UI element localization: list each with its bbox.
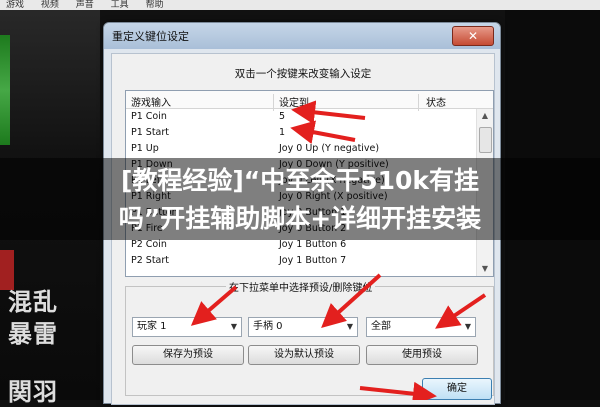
- menu-item-game[interactable]: 游戏: [6, 0, 24, 10]
- device-select[interactable]: 手柄 0 ▼: [248, 317, 358, 337]
- menu-item-sound[interactable]: 声音: [76, 0, 94, 10]
- use-preset-button[interactable]: 使用预设: [366, 345, 478, 365]
- list-item[interactable]: P2 Start Joy 1 Button 7: [126, 253, 476, 269]
- column-header-status[interactable]: 状态: [426, 94, 446, 109]
- chevron-down-icon: ▼: [464, 322, 472, 331]
- watermark-line-1: [教程经验]“中至余干510k有挂: [120, 166, 480, 195]
- watermark-overlay: [教程经验]“中至余干510k有挂 吗”开挂辅助脚本+详细开挂安装: [0, 158, 600, 240]
- input-mapping: Joy 1 Button 7: [279, 255, 347, 266]
- list-item[interactable]: P1 Coin 5: [126, 109, 476, 125]
- input-name: P1 Coin: [131, 111, 167, 122]
- scroll-thumb[interactable]: [479, 127, 492, 153]
- scroll-up-icon[interactable]: ▲: [477, 109, 493, 123]
- menu-item-video[interactable]: 视频: [41, 0, 59, 10]
- column-header-input[interactable]: 游戏输入: [131, 94, 171, 109]
- player-select[interactable]: 玩家 1 ▼: [132, 317, 242, 337]
- scope-select[interactable]: 全部 ▼: [366, 317, 476, 337]
- input-mapping: 1: [279, 127, 286, 138]
- watermark-line-2: 吗”开挂辅助脚本+详细开挂安装: [118, 204, 482, 233]
- input-mapping: Joy 0 Up (Y negative): [279, 143, 380, 154]
- set-default-preset-button[interactable]: 设为默认预设: [248, 345, 360, 365]
- column-header-mapping[interactable]: 设定到: [279, 94, 309, 109]
- background-game-text-1: 混乱: [8, 287, 58, 316]
- input-name: P1 Start: [131, 127, 169, 138]
- dialog-title: 重定义键位设定: [112, 30, 189, 43]
- list-item[interactable]: P1 Up Joy 0 Up (Y negative): [126, 141, 476, 157]
- close-button[interactable]: ✕: [452, 26, 494, 46]
- player-select-value: 玩家 1: [137, 321, 167, 332]
- input-mapping: 5: [279, 111, 286, 122]
- input-name: P2 Start: [131, 255, 169, 266]
- menu-item-help[interactable]: 帮助: [146, 0, 164, 10]
- list-header: 游戏输入 设定到 状态: [126, 91, 493, 111]
- chevron-down-icon: ▼: [346, 322, 354, 331]
- watermark-title: [教程经验]“中至余干510k有挂 吗”开挂辅助脚本+详细开挂安装: [0, 158, 600, 238]
- menu-item-tools[interactable]: 工具: [111, 0, 129, 10]
- scope-select-value: 全部: [371, 321, 391, 332]
- green-decoration: [0, 35, 10, 145]
- save-preset-button[interactable]: 保存为预设: [132, 345, 244, 365]
- ok-button[interactable]: 确定: [422, 378, 492, 400]
- background-game-text-3: 関羽: [8, 377, 58, 406]
- preset-group-title: 在下拉菜单中选择预设/删除键位: [226, 279, 376, 294]
- list-item[interactable]: P1 Start 1: [126, 125, 476, 141]
- dialog-titlebar[interactable]: 重定义键位设定 ✕: [104, 23, 500, 49]
- emulator-menubar: 游戏 视频 声音 工具 帮助: [0, 0, 600, 10]
- chevron-down-icon: ▼: [230, 322, 238, 331]
- scroll-down-icon[interactable]: ▼: [477, 262, 493, 276]
- close-icon: ✕: [467, 29, 479, 43]
- device-select-value: 手柄 0: [253, 321, 283, 332]
- instruction-text: 双击一个按键来改变输入设定: [234, 68, 372, 80]
- input-name: P1 Up: [131, 143, 159, 154]
- background-game-text-2: 暴雷: [8, 319, 58, 348]
